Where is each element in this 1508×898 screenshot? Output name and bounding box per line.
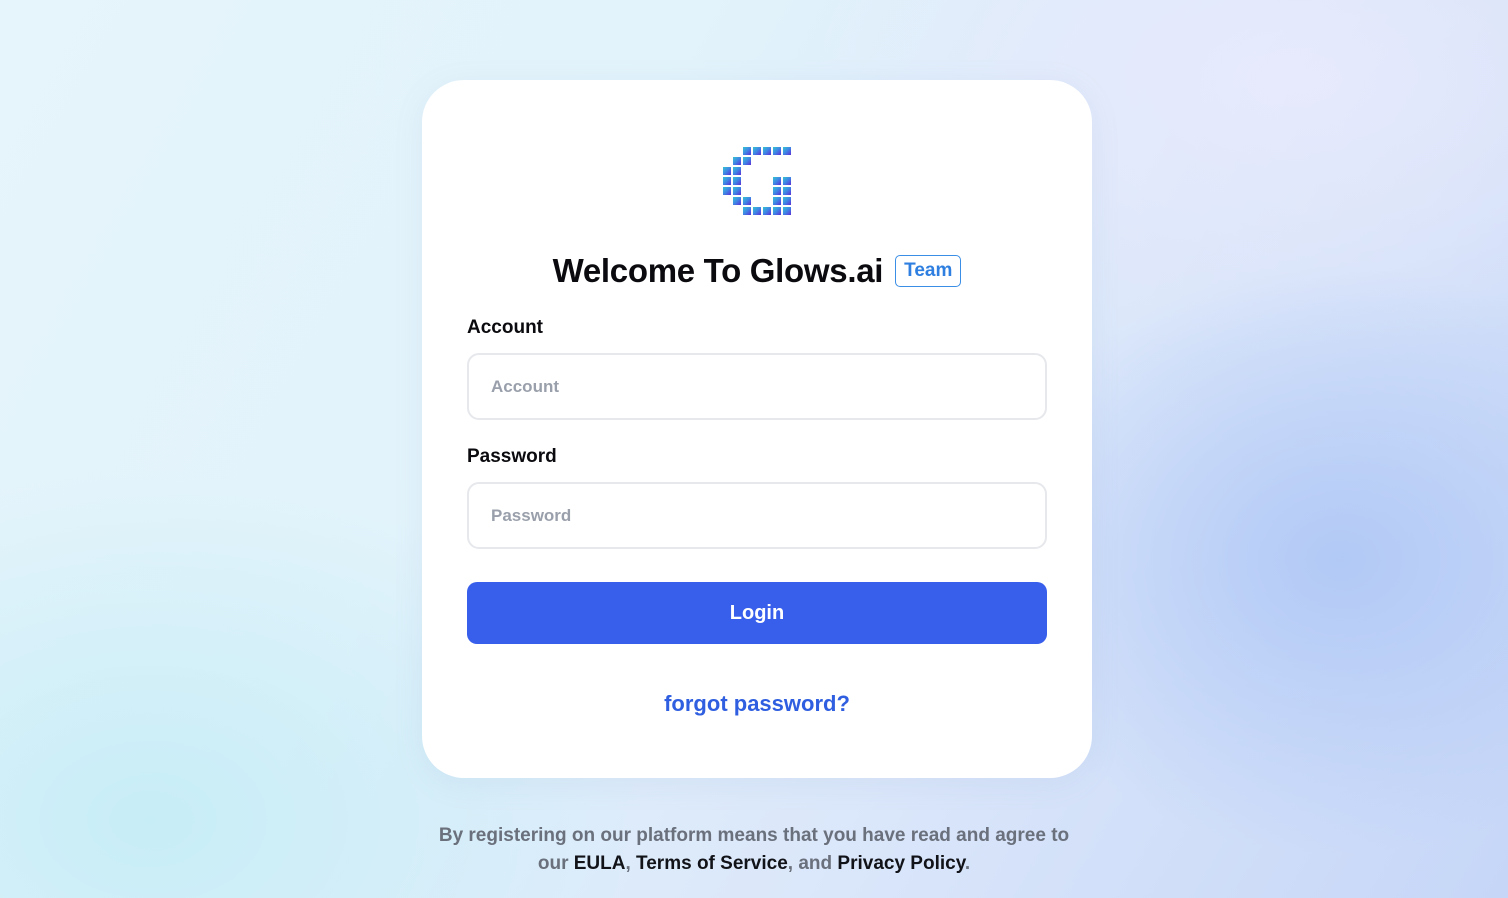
page-title: Welcome To Glows.ai <box>552 252 884 289</box>
logo-pixel <box>753 207 761 215</box>
password-input[interactable] <box>467 482 1047 549</box>
login-button[interactable]: Login <box>467 582 1047 644</box>
legal-sep-2: , and <box>787 853 838 874</box>
legal-sep-1: , <box>625 853 637 874</box>
logo-pixel <box>783 187 791 195</box>
forgot-password-row: forgot password? <box>422 691 1092 717</box>
eula-link[interactable]: EULA <box>574 853 626 874</box>
logo-pixel <box>733 187 741 195</box>
logo-pixel <box>773 197 781 205</box>
logo-pixel <box>753 147 761 155</box>
title-row: Welcome To Glows.ai Team <box>422 252 1092 290</box>
password-label: Password <box>467 446 557 467</box>
forgot-password-link[interactable]: forgot password? <box>664 691 850 716</box>
logo-pixel <box>733 157 741 165</box>
terms-link[interactable]: Terms of Service <box>636 853 788 874</box>
logo-pixel <box>783 207 791 215</box>
glows-logo-icon <box>723 147 791 215</box>
logo-pixel <box>743 197 751 205</box>
logo-pixel <box>743 147 751 155</box>
logo-pixel <box>773 207 781 215</box>
logo-pixel <box>773 147 781 155</box>
legal-prefix: our <box>537 853 574 874</box>
logo-pixel <box>723 177 731 185</box>
privacy-link[interactable]: Privacy Policy <box>837 853 964 874</box>
account-label: Account <box>467 317 543 338</box>
logo-pixel <box>763 207 771 215</box>
legal-line-2: our EULA, Terms of Service, and Privacy … <box>404 850 1104 878</box>
logo-pixel <box>783 197 791 205</box>
legal-line-1: By registering on our platform means tha… <box>438 825 1070 846</box>
legal-footer: By registering on our platform means tha… <box>404 822 1104 878</box>
logo-pixel <box>743 157 751 165</box>
login-card: Welcome To Glows.ai Team Account Passwor… <box>422 80 1092 778</box>
logo-pixel <box>743 207 751 215</box>
legal-suffix: . <box>964 853 971 874</box>
logo-pixel <box>783 147 791 155</box>
logo-pixel <box>763 147 771 155</box>
logo-pixel <box>733 197 741 205</box>
logo-pixel <box>723 167 731 175</box>
logo-pixel <box>773 187 781 195</box>
logo-pixel <box>733 167 741 175</box>
logo-pixel <box>733 177 741 185</box>
logo-pixel <box>783 177 791 185</box>
logo-pixel <box>773 177 781 185</box>
logo-pixel <box>723 187 731 195</box>
team-badge: Team <box>895 255 962 287</box>
account-input[interactable] <box>467 353 1047 420</box>
